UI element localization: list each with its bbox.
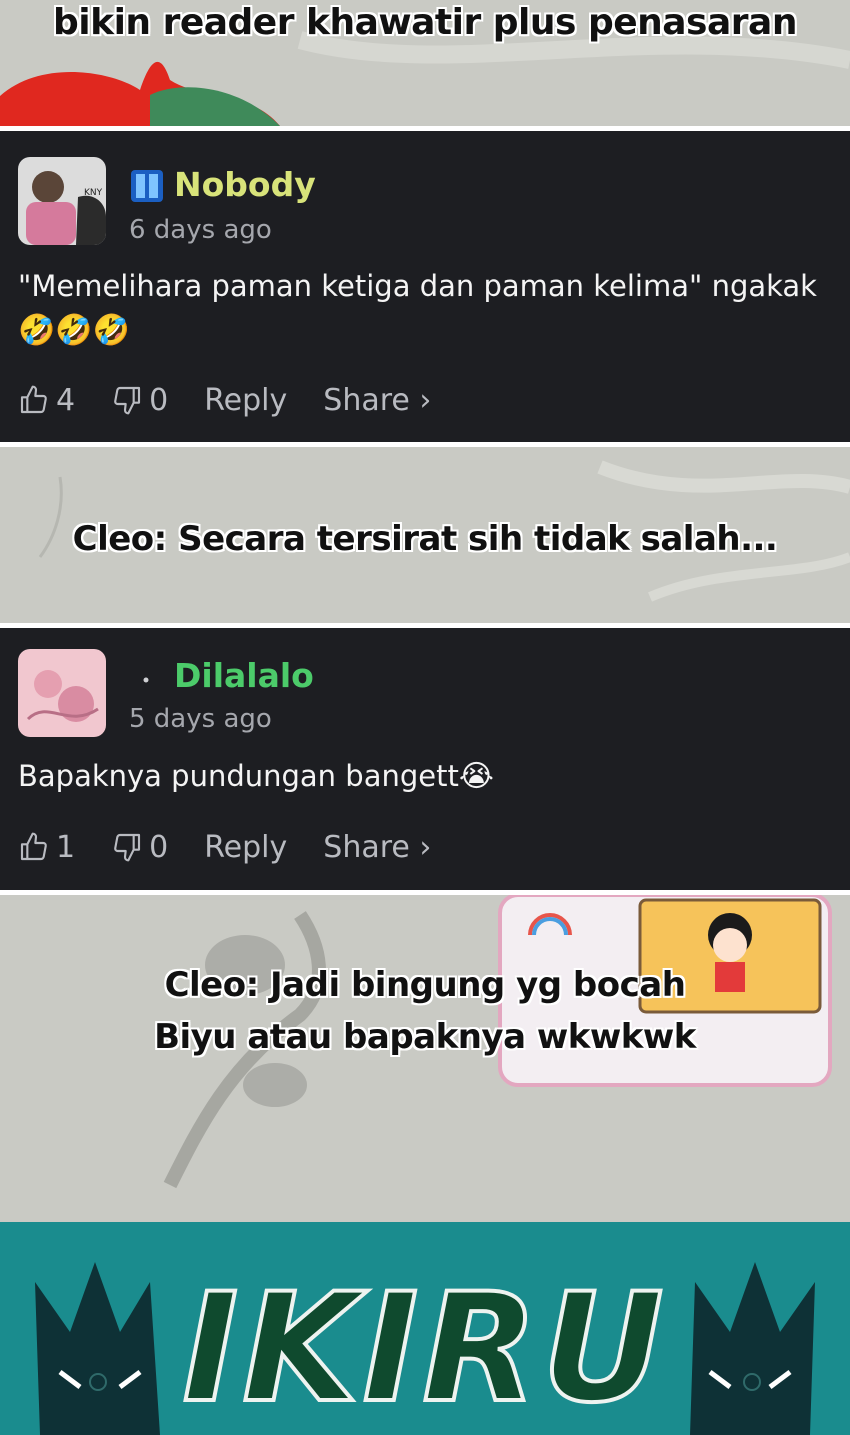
thumbs-up-icon bbox=[20, 832, 47, 861]
caption-bottom: Cleo: Jadi bingung yg bocah Biyu atau ba… bbox=[0, 959, 850, 1063]
avatar[interactable]: KNY bbox=[18, 157, 106, 245]
timestamp: 6 days ago bbox=[129, 215, 272, 245]
username[interactable]: Dilalalo bbox=[174, 656, 314, 695]
comment-actions: 4 0 Reply Share › bbox=[18, 380, 467, 420]
dot-badge-icon bbox=[130, 668, 160, 698]
comment-actions: 1 0 Reply Share › bbox=[18, 827, 467, 867]
avatar[interactable] bbox=[18, 649, 106, 737]
thumbs-down-icon bbox=[114, 833, 141, 862]
share-button[interactable]: Share › bbox=[323, 830, 431, 865]
dislike-button[interactable]: 0 bbox=[111, 383, 168, 418]
username[interactable]: Nobody bbox=[174, 165, 316, 204]
comment-text: "Memelihara paman ketiga dan paman kelim… bbox=[18, 264, 833, 353]
thumbs-up-icon bbox=[20, 385, 47, 414]
comment-card: Dilalalo 5 days ago Bapaknya pundungan b… bbox=[0, 628, 850, 890]
dislike-count: 0 bbox=[149, 829, 169, 865]
thumbs-down-icon bbox=[114, 386, 141, 415]
manga-panel-top: bikin reader khawatir plus penasaran bbox=[0, 0, 850, 126]
caption-bottom-line1: Cleo: Jadi bingung yg bocah bbox=[164, 965, 686, 1005]
comment-text: Bapaknya pundungan bangett😭 bbox=[18, 754, 833, 799]
timestamp: 5 days ago bbox=[129, 704, 272, 734]
like-count: 1 bbox=[56, 829, 76, 865]
like-button[interactable]: 4 bbox=[18, 383, 75, 418]
avatar-image: KNY bbox=[18, 157, 106, 245]
reply-button[interactable]: Reply bbox=[204, 383, 287, 418]
dislike-button[interactable]: 0 bbox=[111, 830, 168, 865]
share-button[interactable]: Share › bbox=[323, 383, 431, 418]
manga-panel-middle: Cleo: Secara tersirat sih tidak salah... bbox=[0, 447, 850, 623]
bookmark-badge-icon bbox=[130, 169, 163, 202]
avatar-image bbox=[18, 649, 106, 737]
comment-emoji: 😭 bbox=[458, 759, 494, 794]
reply-button[interactable]: Reply bbox=[204, 830, 287, 865]
like-button[interactable]: 1 bbox=[18, 830, 75, 865]
caption-middle: Cleo: Secara tersirat sih tidak salah... bbox=[72, 519, 778, 559]
svg-text:KNY: KNY bbox=[84, 188, 103, 198]
banner-title: IKIRU bbox=[180, 1260, 668, 1435]
like-count: 4 bbox=[56, 382, 76, 418]
caption-bottom-line2: Biyu atau bapaknya wkwkwk bbox=[154, 1017, 696, 1057]
comment-emoji: 🤣🤣🤣 bbox=[18, 313, 131, 348]
manga-panel-bottom: Cleo: Jadi bingung yg bocah Biyu atau ba… bbox=[0, 895, 850, 1222]
comment-body: "Memelihara paman ketiga dan paman kelim… bbox=[18, 269, 817, 303]
comment-card: KNY Nobody 6 days ago "Memelihara paman … bbox=[0, 131, 850, 442]
caption-top: bikin reader khawatir plus penasaran bbox=[53, 2, 797, 43]
comment-body: Bapaknya pundungan bangett bbox=[18, 759, 459, 793]
dislike-count: 0 bbox=[149, 382, 169, 418]
scanlator-banner: IKIRU bbox=[0, 1222, 850, 1435]
